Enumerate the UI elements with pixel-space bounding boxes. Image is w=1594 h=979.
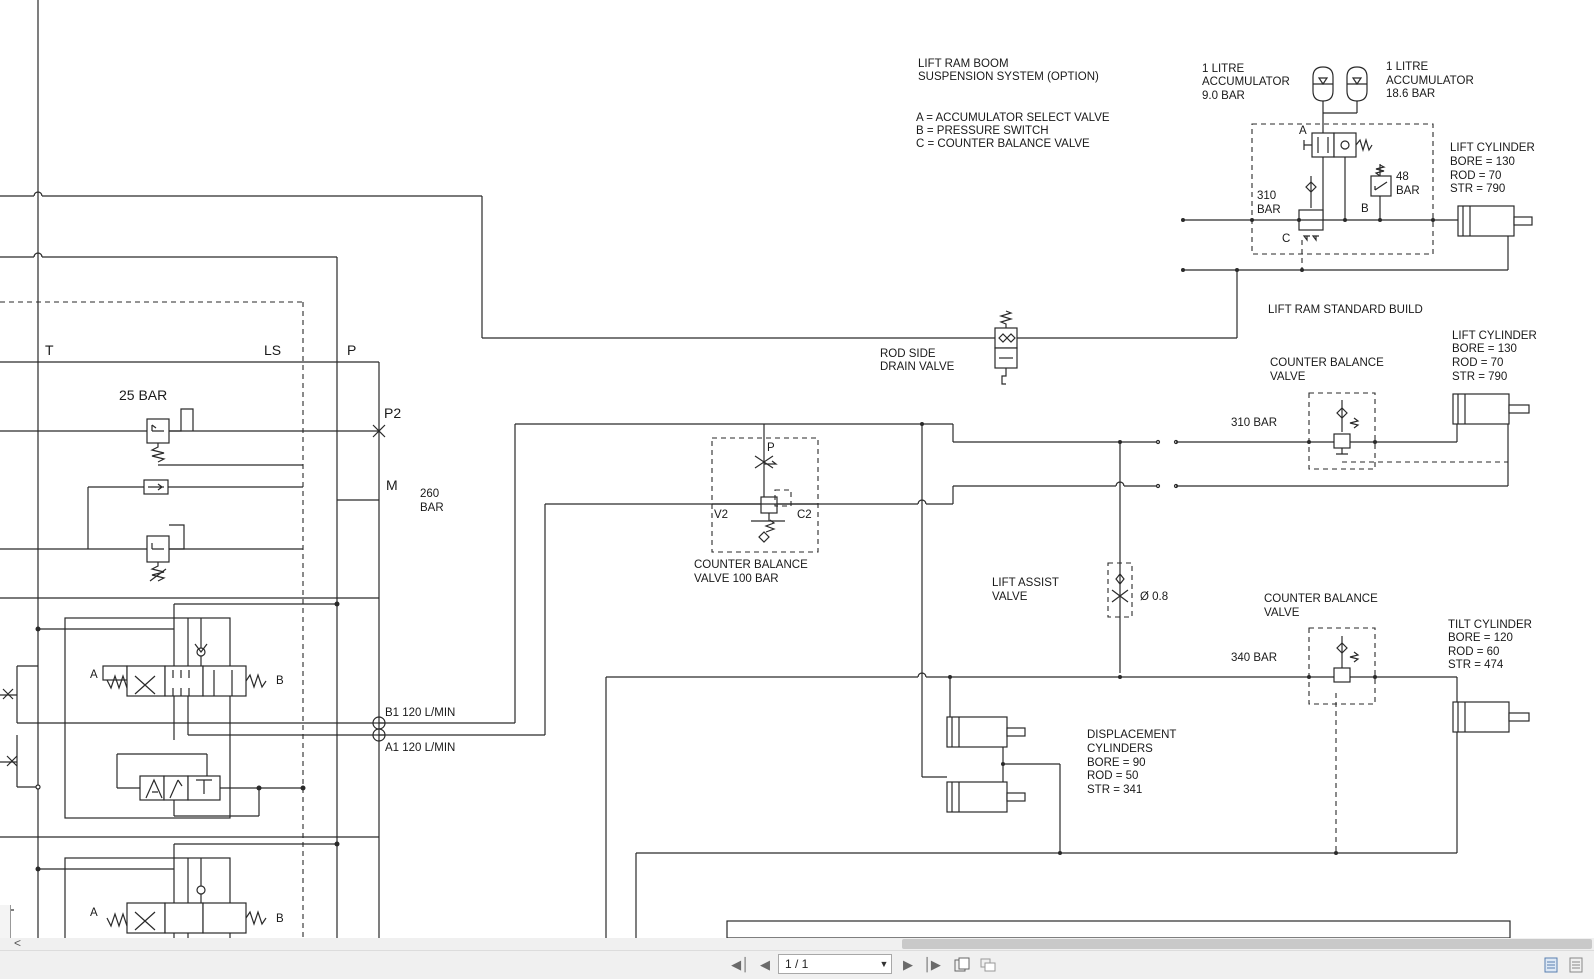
label-port-p2: P2 <box>384 405 401 421</box>
page-navigation-toolbar: ◀│ ◀ 1 / 1 ▼ ▶ │▶ <box>0 950 1594 979</box>
counter-balance-valve-100 <box>711 424 819 553</box>
first-page-icon[interactable]: ◀│ <box>730 955 750 975</box>
label-column-p: P <box>347 342 356 358</box>
label-48: 48 <box>1396 171 1409 183</box>
next-page-icon[interactable]: ▶ <box>898 955 918 975</box>
label-rod-side: ROD SIDE <box>880 348 936 360</box>
label-lift-ram-standard: LIFT RAM STANDARD BUILD <box>1268 304 1423 316</box>
page-number-value: 1 / 1 <box>785 957 809 971</box>
lift-assist-valve <box>1107 442 1133 673</box>
horizontal-scroll-thumb[interactable] <box>902 939 1592 949</box>
cbv-a-line1: COUNTER BALANCE <box>1270 357 1384 369</box>
tilt-cyl-rod: ROD = 60 <box>1448 646 1499 658</box>
label-column-ls: LS <box>264 342 281 358</box>
scroll-left-arrow-icon[interactable]: < <box>14 936 21 950</box>
tilt-cyl-str: STR = 474 <box>1448 659 1504 671</box>
lift-cyl1-str: STR = 790 <box>1450 183 1505 195</box>
acc1-line1: 1 LITRE <box>1202 63 1245 75</box>
label-260: 260 <box>420 488 439 500</box>
label-suspension-system: SUSPENSION SYSTEM (OPTION) <box>918 71 1099 83</box>
acc2-line3: 18.6 BAR <box>1386 88 1435 100</box>
tilt-cylinder-branch <box>605 627 1530 938</box>
label-310-bar-b: 310 BAR <box>1231 417 1277 429</box>
cbv-a-line2: VALVE <box>1270 371 1306 383</box>
legend-b: B = PRESSURE SWITCH <box>916 125 1049 137</box>
lift-cyl1-bore: BORE = 130 <box>1450 156 1515 168</box>
left-panel-stub <box>0 905 11 938</box>
acc1-line3: 9.0 BAR <box>1202 90 1245 102</box>
rod-side-drain-valve <box>482 270 1238 385</box>
label-260-bar: BAR <box>420 502 444 514</box>
disp-cyl-bore: BORE = 90 <box>1087 757 1146 769</box>
hydraulic-schematic: LIFT RAM BOOM SUSPENSION SYSTEM (OPTION)… <box>0 0 1537 938</box>
disp-cyl-line1: DISPLACEMENT <box>1087 729 1176 741</box>
legend-a: A = ACCUMULATOR SELECT VALVE <box>916 112 1110 124</box>
page-number-select[interactable]: 1 / 1 ▼ <box>778 954 892 974</box>
spool2-label-b: B <box>276 913 284 925</box>
orifice-diameter: Ø 0.8 <box>1140 591 1168 603</box>
displacement-cylinders <box>921 673 1061 853</box>
label-310: 310 <box>1257 190 1276 202</box>
lift-cyl1-title: LIFT CYLINDER <box>1450 142 1535 154</box>
tilt-cyl-bore: BORE = 120 <box>1448 632 1513 644</box>
last-page-icon[interactable]: │▶ <box>922 955 942 975</box>
label-drain-valve: DRAIN VALVE <box>880 361 955 373</box>
spool2-label-a: A <box>90 907 98 919</box>
label-25-bar: 25 BAR <box>119 387 167 403</box>
cbv100-port-p: P <box>767 442 775 454</box>
label-b-top: B <box>1361 203 1369 215</box>
fit-width-icon[interactable] <box>978 955 998 975</box>
lift-assist-line1: LIFT ASSIST <box>992 577 1059 589</box>
lift-cyl2-str: STR = 790 <box>1452 371 1507 383</box>
cbv100-port-v2: V2 <box>714 509 728 521</box>
lift-cyl1-rod: ROD = 70 <box>1450 170 1501 182</box>
cbv-b-line2: VALVE <box>1264 607 1300 619</box>
main-control-valve <box>0 0 483 938</box>
lift-cyl2-bore: BORE = 130 <box>1452 343 1517 355</box>
spool1-label-a: A <box>90 669 98 681</box>
label-48-bar: BAR <box>1396 185 1420 197</box>
fit-page-icon[interactable] <box>952 955 972 975</box>
label-a-top: A <box>1299 125 1307 137</box>
acc2-line2: ACCUMULATOR <box>1386 75 1474 87</box>
label-340-bar: 340 BAR <box>1231 652 1277 664</box>
disp-cyl-line2: CYLINDERS <box>1087 743 1153 755</box>
diagram-labels: LIFT RAM BOOM SUSPENSION SYSTEM (OPTION)… <box>45 58 1537 925</box>
acc2-line1: 1 LITRE <box>1386 61 1429 73</box>
cbv-b-line1: COUNTER BALANCE <box>1264 593 1378 605</box>
label-310-bar: BAR <box>1257 204 1281 216</box>
chevron-down-icon: ▼ <box>879 959 889 969</box>
tilt-cyl-title: TILT CYLINDER <box>1448 619 1532 631</box>
horizontal-scrollbar[interactable]: < <box>0 936 1594 950</box>
label-a1-flow: A1 120 L/MIN <box>385 742 455 754</box>
lift-cyl2-rod: ROD = 70 <box>1452 357 1503 369</box>
label-lift-ram-boom: LIFT RAM BOOM <box>918 58 1009 70</box>
cbv100-port-c2: C2 <box>797 509 812 521</box>
acc1-line2: ACCUMULATOR <box>1202 76 1290 88</box>
previous-page-icon[interactable]: ◀ <box>755 955 775 975</box>
disp-cyl-str: STR = 341 <box>1087 784 1142 796</box>
label-column-t: T <box>45 342 54 358</box>
cbv100-line1: COUNTER BALANCE <box>694 559 808 571</box>
label-b1-flow: B1 120 L/MIN <box>385 707 455 719</box>
single-page-view-icon[interactable] <box>1541 955 1561 975</box>
continuous-view-icon[interactable] <box>1566 955 1586 975</box>
lift-cyl2-title: LIFT CYLINDER <box>1452 330 1537 342</box>
legend-c: C = COUNTER BALANCE VALVE <box>916 138 1090 150</box>
lift-ram-standard-build <box>379 392 1530 736</box>
cbv100-line2: VALVE 100 BAR <box>694 573 779 585</box>
lift-assist-line2: VALVE <box>992 591 1028 603</box>
label-port-m: M <box>386 477 398 493</box>
schematic-canvas: LIFT RAM BOOM SUSPENSION SYSTEM (OPTION)… <box>0 0 1594 938</box>
label-c: C <box>1282 233 1290 245</box>
disp-cyl-rod: ROD = 50 <box>1087 770 1138 782</box>
spool1-label-b: B <box>276 675 284 687</box>
